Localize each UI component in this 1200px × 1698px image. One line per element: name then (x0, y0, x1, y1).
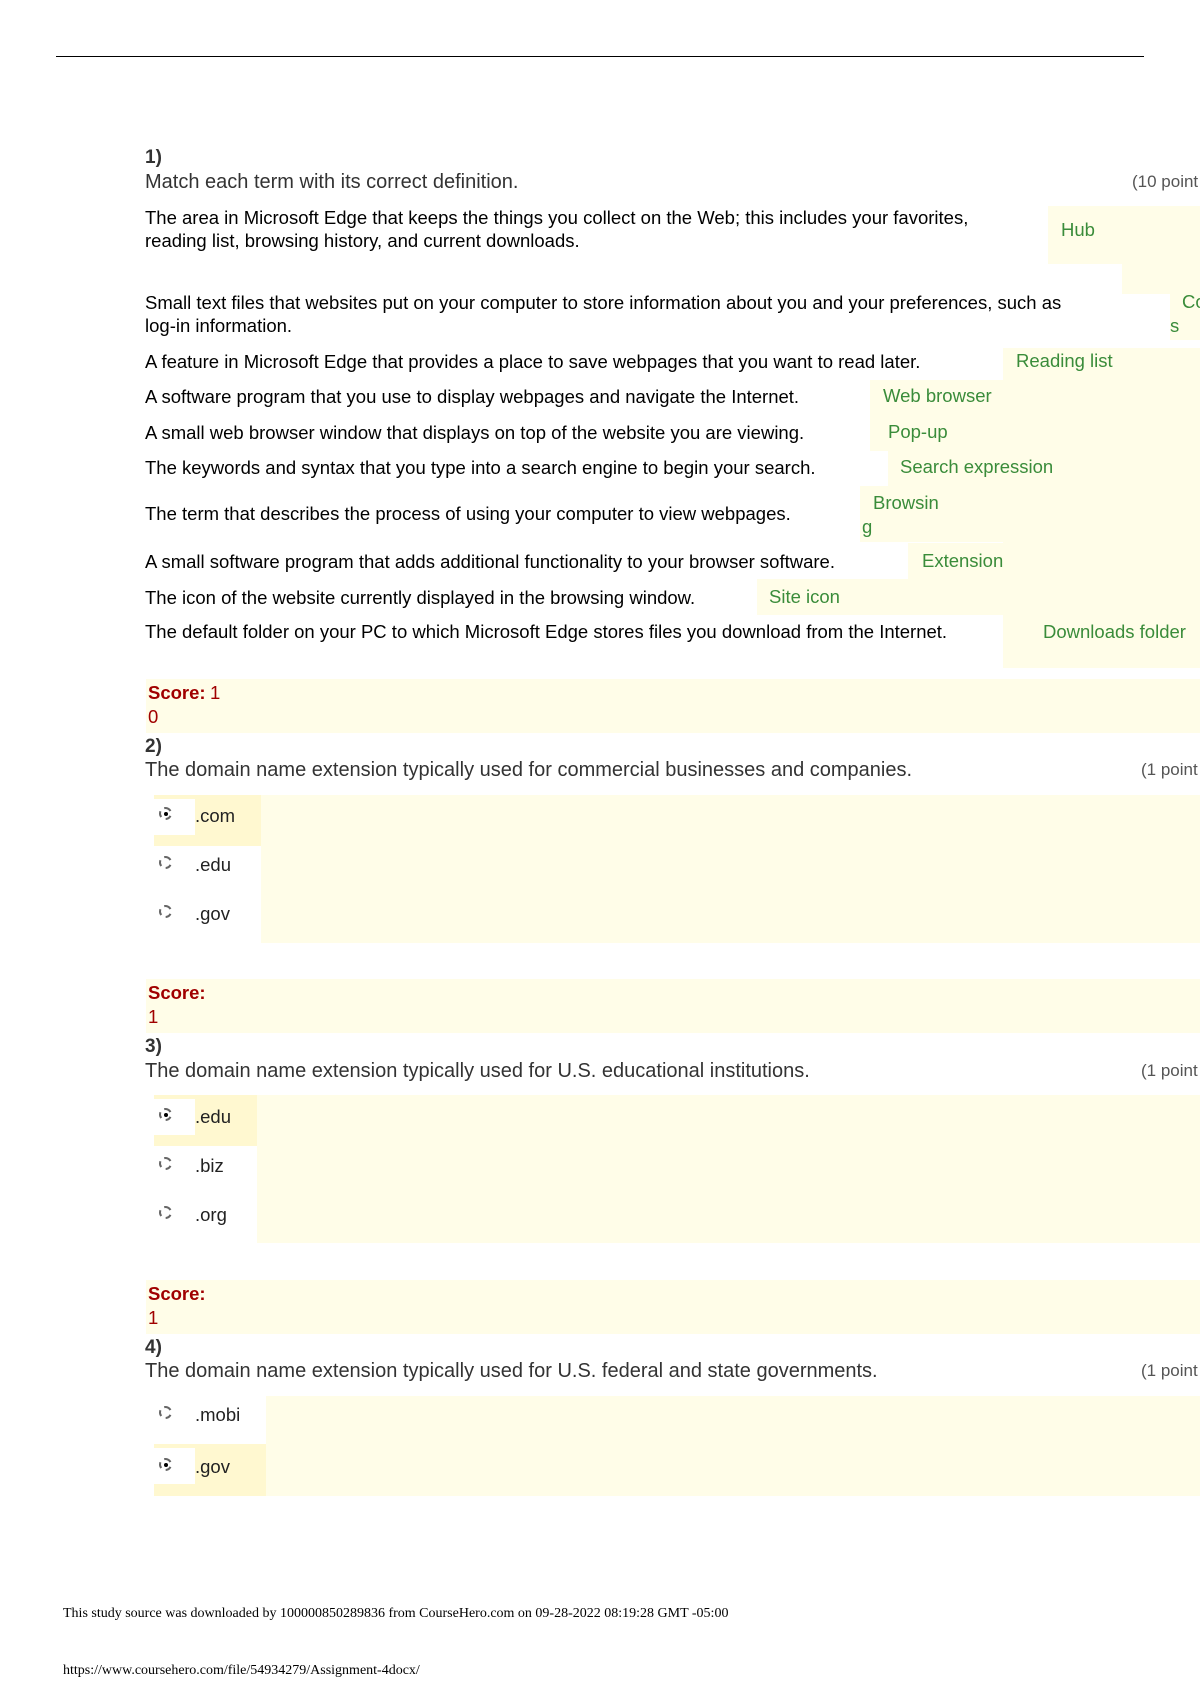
option-label[interactable]: .gov (195, 903, 230, 925)
matched-term[interactable]: Reading list (1016, 349, 1113, 373)
question-number: 4) (145, 1337, 162, 1358)
options-area (261, 795, 1200, 943)
question-number: 2) (145, 736, 162, 757)
score-label: Score: (148, 982, 206, 1003)
radio-button[interactable] (159, 1406, 172, 1419)
question-points: (1 point (1141, 760, 1198, 779)
definition: reading list, browsing history, and curr… (145, 230, 580, 251)
score-value-wrap: 0 (148, 706, 159, 727)
question-prompt: The domain name extension typically used… (145, 1360, 878, 1382)
matched-term[interactable]: Web browser (883, 384, 992, 408)
radio-button-selected[interactable] (159, 1458, 172, 1471)
definition: A feature in Microsoft Edge that provide… (145, 351, 921, 372)
option-label[interactable]: .biz (195, 1155, 224, 1177)
definition: The icon of the website currently displa… (145, 587, 696, 608)
source-url[interactable]: https://www.coursehero.com/file/54934279… (63, 1663, 420, 1679)
score-box: Score: 1 0 (146, 679, 1200, 733)
matched-term[interactable]: Browsin (873, 491, 939, 515)
score-value: 1 (148, 1307, 159, 1328)
matched-term[interactable]: Pop-up (888, 420, 948, 444)
question-prompt: Match each term with its correct definit… (145, 171, 519, 193)
radio-button[interactable] (159, 856, 172, 869)
score-value: 1 (210, 682, 221, 703)
score-box: Score: 1 (146, 979, 1200, 1033)
question-prompt: The domain name extension typically used… (145, 759, 913, 781)
question-number: 1) (145, 147, 162, 168)
definition: The term that describes the process of u… (145, 503, 791, 524)
radio-button[interactable] (159, 1157, 172, 1170)
score-label: Score: (148, 682, 206, 703)
matched-term[interactable]: Search expression (900, 455, 1053, 479)
score-label: Score: (148, 1283, 206, 1304)
matched-term[interactable]: Downloads folder (1043, 620, 1186, 644)
radio-button[interactable] (159, 905, 172, 918)
options-area (257, 1095, 1200, 1243)
option-label[interactable]: .gov (195, 1456, 230, 1478)
top-divider (56, 56, 1144, 57)
definition: log-in information. (145, 315, 293, 336)
option-label[interactable]: .edu (195, 1106, 231, 1128)
definition: The default folder on your PC to which M… (145, 621, 948, 642)
definition: The keywords and syntax that you type in… (145, 457, 816, 478)
options-area (266, 1396, 1200, 1496)
matched-term[interactable]: Co (1182, 290, 1200, 314)
question-points: (1 point (1141, 1061, 1198, 1080)
definition: A small web browser window that displays… (145, 422, 805, 443)
option-label[interactable]: .com (195, 805, 235, 827)
matched-term[interactable]: Hub (1061, 218, 1095, 242)
question-prompt: The domain name extension typically used… (145, 1060, 810, 1082)
option-label[interactable]: .edu (195, 854, 231, 876)
definition: A software program that you use to displ… (145, 386, 800, 407)
matched-term-wrap: g (862, 516, 873, 537)
definition: The area in Microsoft Edge that keeps th… (145, 207, 969, 228)
score-box: Score: 1 (146, 1280, 1200, 1334)
question-points: (1 point (1141, 1361, 1198, 1380)
score-value: 1 (148, 1006, 159, 1027)
matched-term[interactable]: Extension (922, 549, 1003, 573)
matched-term[interactable]: Site icon (769, 585, 840, 609)
option-label[interactable]: .org (195, 1204, 227, 1226)
radio-button-selected[interactable] (159, 807, 172, 820)
matched-term-wrap: s (1170, 315, 1180, 336)
download-notice: This study source was downloaded by 1000… (63, 1606, 729, 1621)
question-points: (10 point (1132, 172, 1199, 191)
question-number: 3) (145, 1036, 162, 1057)
option-label[interactable]: .mobi (195, 1404, 240, 1426)
definition: Small text files that websites put on yo… (145, 292, 1062, 313)
radio-button-selected[interactable] (159, 1108, 172, 1121)
radio-button[interactable] (159, 1206, 172, 1219)
definition: A small software program that adds addit… (145, 551, 835, 572)
